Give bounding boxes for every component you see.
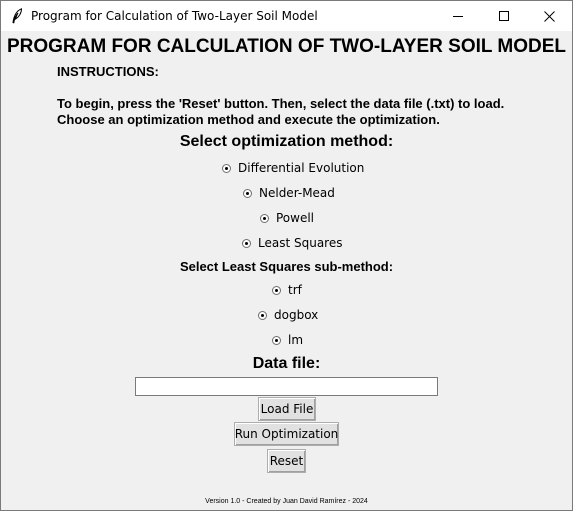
close-icon (543, 10, 555, 22)
feather-icon (12, 8, 23, 24)
radio-nelder-mead[interactable]: Nelder-Mead (243, 184, 335, 202)
title-bar[interactable]: Program for Calculation of Two-Layer Soi… (1, 1, 572, 31)
radio-differential-evolution[interactable]: Differential Evolution (222, 159, 364, 177)
radio-button-icon (272, 285, 281, 295)
maximize-icon (499, 11, 509, 21)
run-optimization-button[interactable]: Run Optimization (234, 422, 339, 446)
radio-label: Powell (276, 211, 315, 225)
radio-lm[interactable]: lm (272, 331, 303, 349)
minimize-button[interactable] (435, 1, 481, 31)
radio-least-squares[interactable]: Least Squares (242, 234, 342, 252)
optimization-method-heading: Select optimization method: (179, 133, 394, 150)
radio-label: Least Squares (258, 236, 343, 250)
radio-label: trf (288, 283, 302, 297)
radio-button-icon (243, 188, 252, 198)
radio-button-icon (222, 163, 231, 173)
data-file-heading: Data file: (252, 355, 321, 372)
minimize-icon (453, 16, 463, 17)
instructions-line-1: To begin, press the 'Reset' button. Then… (57, 96, 505, 111)
radio-button-icon (258, 310, 267, 320)
radio-powell[interactable]: Powell (260, 209, 314, 227)
window-title: Program for Calculation of Two-Layer Soi… (31, 9, 318, 23)
least-squares-submethod-heading: Select Least Squares sub-method: (179, 259, 394, 274)
radio-label: dogbox (274, 308, 319, 322)
radio-label: Differential Evolution (238, 161, 365, 175)
app-window: Program for Calculation of Two-Layer Soi… (0, 0, 573, 511)
radio-button-icon (242, 238, 251, 248)
radio-button-icon (260, 213, 269, 223)
data-file-input[interactable] (135, 377, 438, 396)
maximize-button[interactable] (481, 1, 527, 31)
instructions-line-2: Choose an optimization method and execut… (57, 112, 440, 127)
load-file-button[interactable]: Load File (258, 397, 316, 421)
page-title: PROGRAM FOR CALCULATION OF TWO-LAYER SOI… (6, 36, 567, 57)
reset-button[interactable]: Reset (267, 449, 306, 473)
close-button[interactable] (526, 1, 572, 31)
instructions-heading: INSTRUCTIONS: (57, 64, 159, 79)
radio-trf[interactable]: trf (272, 281, 302, 299)
radio-label: lm (288, 333, 304, 347)
version-footer: Version 1.0 - Created by Juan David Ramí… (205, 498, 368, 505)
radio-button-icon (272, 335, 281, 345)
radio-label: Nelder-Mead (259, 186, 335, 200)
radio-dogbox[interactable]: dogbox (258, 306, 318, 324)
